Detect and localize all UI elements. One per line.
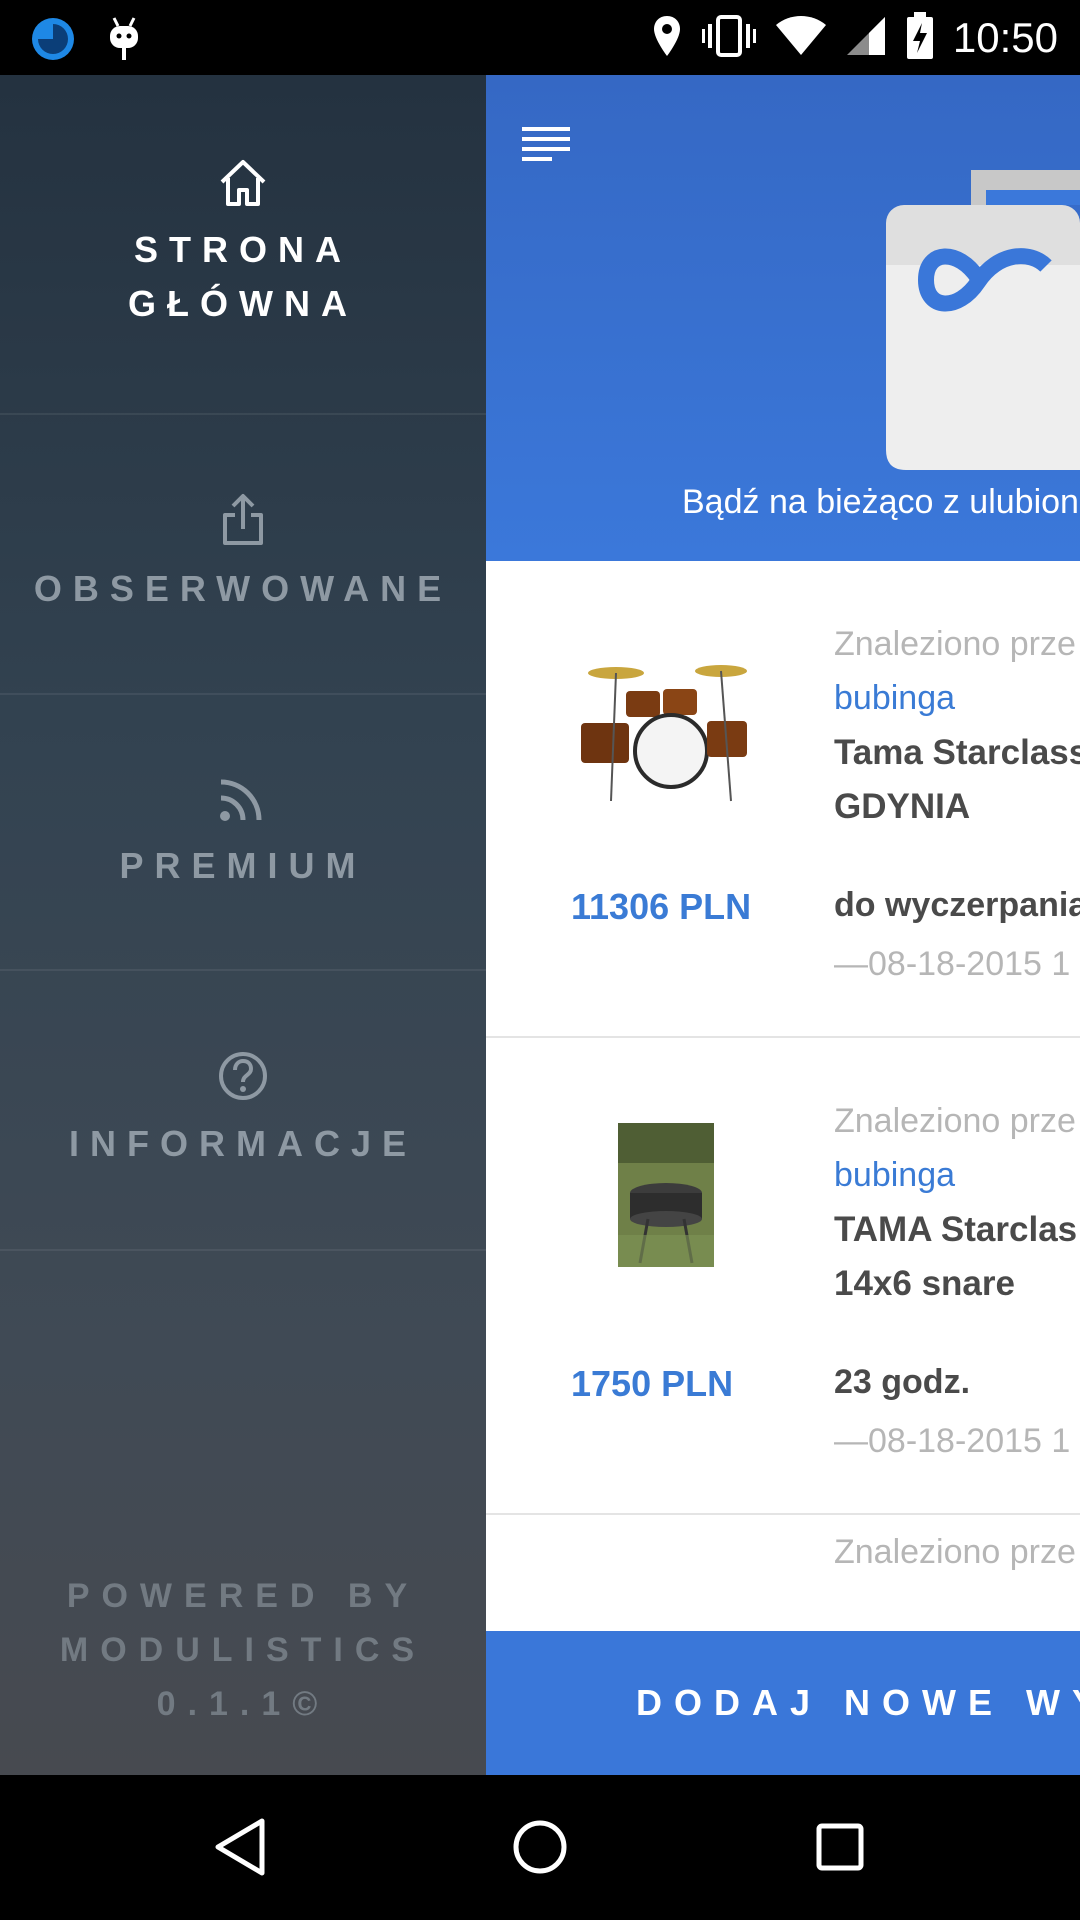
- recents-square-icon: [816, 1823, 864, 1871]
- snare-drum-thumbnail: [618, 1123, 714, 1267]
- share-icon: [219, 493, 267, 552]
- listing-time-left: 23 godz.: [834, 1363, 971, 1401]
- home-button[interactable]: [500, 1807, 580, 1887]
- hero-caption: Bądź na bieżąco z ulubion: [682, 483, 1079, 521]
- listing-search-tag[interactable]: bubinga: [834, 1156, 955, 1195]
- drawer-item-premium[interactable]: PREMIUM: [0, 695, 486, 971]
- listing-price: 1750 PLN: [571, 1363, 734, 1404]
- drawer-item-obserwowane-label: OBSERWOWANE: [33, 567, 453, 609]
- vibrate-icon: [701, 14, 757, 63]
- listing-date: —08-18-2015 1: [834, 945, 1071, 983]
- add-new-search-button[interactable]: DODAJ NOWE WY: [486, 1631, 1080, 1775]
- powered-by-footer: POWERED BY MODULISTICS 0.1.1©: [0, 1525, 486, 1775]
- listing-title-line1: TAMA Starclas: [834, 1210, 1078, 1249]
- drawer-item-informacje[interactable]: INFORMACJE: [0, 971, 486, 1251]
- main-content: Bądź na bieżąco z ulubion 11306 PLN Znal…: [486, 75, 1080, 1775]
- listing-date: —08-18-2015 1: [834, 1422, 1071, 1460]
- drawer-item-home-label: STRONA GŁÓWNA: [128, 223, 358, 331]
- powered-line2: MODULISTICS: [59, 1631, 427, 1669]
- menu-lines-icon: [522, 127, 570, 161]
- back-triangle-icon: [215, 1818, 265, 1876]
- clock: 10:50: [952, 14, 1058, 61]
- battery-charging-icon: [905, 11, 935, 66]
- home-icon: [217, 158, 269, 213]
- recents-button[interactable]: [800, 1807, 880, 1887]
- listing-title-line2: 14x6 snare: [834, 1264, 1015, 1303]
- wifi-icon: [775, 15, 827, 62]
- powered-line1: POWERED BY: [66, 1577, 420, 1615]
- listing-found-text: Znaleziono prze: [834, 1102, 1076, 1140]
- hero-banner: Bądź na bieżąco z ulubion: [486, 75, 1080, 561]
- drawer-item-home-label-line2: GŁÓWNA: [128, 282, 358, 324]
- cell-signal-icon: [845, 15, 887, 62]
- listing-title-line1: Tama Starclass: [834, 733, 1080, 772]
- status-bar: 10:50: [0, 0, 1080, 75]
- drawer-item-informacje-label: INFORMACJE: [68, 1122, 417, 1164]
- help-icon: [217, 1050, 269, 1107]
- listing-price: 11306 PLN: [571, 886, 752, 927]
- drawer-item-obserwowane[interactable]: OBSERWOWANE: [0, 415, 486, 695]
- drawer-item-home-label-line1: STRONA: [134, 228, 352, 270]
- listing-title-line2: GDYNIA: [834, 787, 971, 826]
- system-nav-bar: [0, 1775, 1080, 1920]
- android-debug-icon: [106, 14, 142, 69]
- navigation-drawer: STRONA GŁÓWNA OBSERWOWANE PREMIUM INFORM…: [0, 75, 486, 1775]
- pie-progress-icon: [30, 16, 76, 67]
- listing-found-text: Znaleziono prze: [834, 625, 1076, 663]
- listing-found-text: Znaleziono prze: [834, 1533, 1076, 1571]
- location-icon: [651, 14, 683, 63]
- powered-line3: 0.1.1©: [156, 1685, 330, 1723]
- listing-search-tag[interactable]: bubinga: [834, 679, 955, 718]
- drawer-item-premium-label: PREMIUM: [119, 844, 367, 886]
- back-button[interactable]: [200, 1807, 280, 1887]
- shopping-bag-logo-icon: [886, 170, 1080, 470]
- listing-time-left: do wyczerpania: [834, 886, 1080, 924]
- home-circle-icon: [513, 1820, 567, 1874]
- listing-card[interactable]: 11306 PLN Znaleziono prze bubinga Tama S…: [486, 561, 1080, 1038]
- add-new-search-label: DODAJ NOWE WY: [636, 1682, 1080, 1723]
- rss-icon: [217, 772, 269, 829]
- drum-kit-thumbnail: [571, 661, 761, 806]
- drawer-item-home[interactable]: STRONA GŁÓWNA: [0, 75, 486, 415]
- menu-button[interactable]: [522, 125, 572, 165]
- listing-card[interactable]: 1750 PLN Znaleziono prze bubinga TAMA St…: [486, 1038, 1080, 1515]
